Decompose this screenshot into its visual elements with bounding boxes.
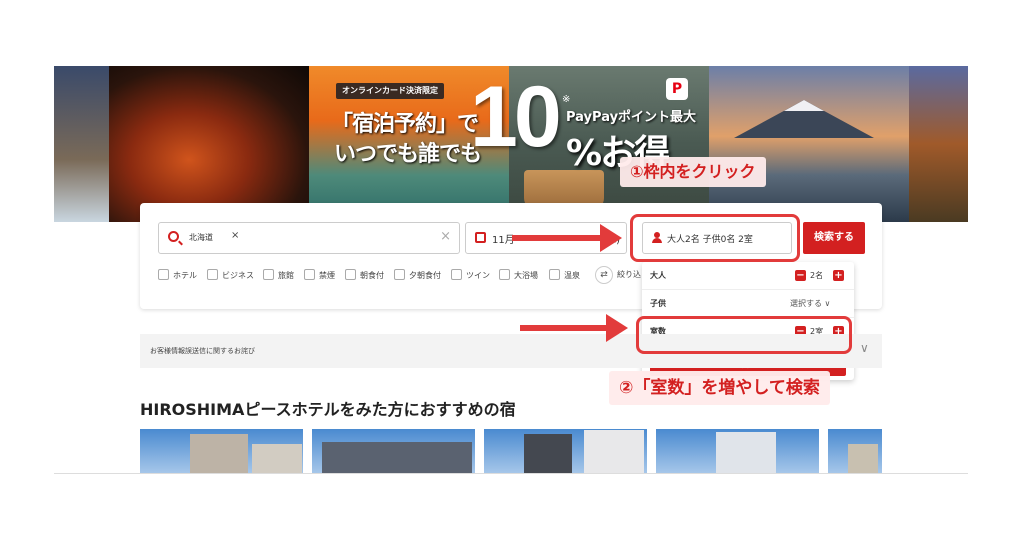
- filter-hotel[interactable]: ホテル: [158, 269, 197, 283]
- filter-nonsmoking[interactable]: 禁煙: [304, 269, 335, 283]
- banner-photo-autumn-temple: [109, 66, 309, 222]
- filter-more-label[interactable]: 絞り込: [617, 269, 641, 280]
- annotation-highlight-rooms: [636, 316, 852, 354]
- hotel-card-5[interactable]: [828, 429, 882, 473]
- search-button[interactable]: 検索する: [803, 222, 865, 254]
- paypay-logo-icon: P: [666, 78, 688, 100]
- filter-icon[interactable]: ⇄: [595, 266, 613, 284]
- calendar-icon: [475, 232, 486, 243]
- destination-input[interactable]: 北海道 × ×: [158, 222, 460, 254]
- filter-breakfast[interactable]: 朝食付: [345, 269, 384, 283]
- adults-label: 大人: [650, 271, 666, 280]
- filter-business[interactable]: ビジネス: [207, 269, 254, 283]
- promo-badge: オンラインカード決済限定: [336, 83, 444, 99]
- adults-value: 2名: [810, 271, 824, 280]
- hotel-card-4[interactable]: [656, 429, 819, 473]
- checkbox[interactable]: [263, 269, 274, 280]
- notice-text: お客様情報誤送信に関するお詫び: [150, 347, 255, 355]
- promo-banner[interactable]: オンラインカード決済限定 「宿泊予約」で いつでも誰でも 10 ※ PayPay…: [54, 66, 968, 222]
- chevron-down-icon[interactable]: ∨: [860, 341, 869, 355]
- hotel-card-3[interactable]: [484, 429, 647, 473]
- browser-viewport: オンラインカード決済限定 「宿泊予約」で いつでも誰でも 10 ※ PayPay…: [54, 66, 968, 474]
- filter-label: ビジネス: [222, 271, 254, 280]
- filter-twin[interactable]: ツイン: [451, 269, 490, 283]
- checkbox[interactable]: [451, 269, 462, 280]
- filter-label: 旅館: [278, 271, 294, 280]
- checkbox[interactable]: [158, 269, 169, 280]
- hotel-image-building: [584, 430, 644, 473]
- adults-plus-button[interactable]: +: [833, 270, 844, 281]
- filter-ryokan[interactable]: 旅館: [263, 269, 294, 283]
- filter-label: 夕朝食付: [409, 271, 441, 280]
- promo-asterisk: ※: [562, 94, 571, 105]
- filter-label: 温泉: [564, 271, 580, 280]
- filter-label: ホテル: [173, 271, 197, 280]
- banner-photo-building: [54, 66, 109, 222]
- adults-row: 大人 − 2名 +: [642, 262, 854, 290]
- hotel-image-building: [848, 444, 878, 473]
- annotation-highlight-guests: [630, 214, 800, 262]
- promo-headline-1: 「宿泊予約」で: [331, 112, 479, 137]
- section-title: HIROSHIMAピースホテルをみた方におすすめの宿: [140, 400, 516, 419]
- hotel-image-building: [190, 434, 248, 473]
- filter-dinner-breakfast[interactable]: 夕朝食付: [394, 269, 441, 283]
- hotel-image-building: [322, 442, 472, 473]
- children-select[interactable]: 選択する ∨: [790, 298, 830, 309]
- hotel-image-building: [716, 432, 776, 473]
- annotation-arrow-1: [512, 224, 622, 252]
- banner-photo-autumn-forest: [909, 66, 968, 222]
- hotel-image-building: [524, 434, 572, 473]
- search-icon: [168, 231, 179, 242]
- checkbox[interactable]: [304, 269, 315, 280]
- banner-photo-mount-fuji: [709, 66, 909, 222]
- filter-label: 朝食付: [360, 271, 384, 280]
- promo-paypay-text: PayPayポイント最大: [566, 110, 697, 125]
- filter-large-bath[interactable]: 大浴場: [499, 269, 538, 283]
- checkbox[interactable]: [549, 269, 560, 280]
- hotel-card-2[interactable]: [312, 429, 475, 473]
- clear-input-icon[interactable]: ×: [440, 229, 451, 244]
- adults-minus-button[interactable]: −: [795, 270, 806, 281]
- annotation-callout-step1: ①枠内をクリック: [620, 157, 766, 187]
- filter-label: ツイン: [466, 271, 490, 280]
- banner-mountain-snowcap: [784, 100, 824, 111]
- annotation-arrow-2: [520, 314, 628, 342]
- checkbox[interactable]: [394, 269, 405, 280]
- filter-label: 大浴場: [514, 271, 538, 280]
- promo-headline-2: いつでも誰でも: [334, 142, 482, 167]
- chip-remove-icon[interactable]: ×: [231, 230, 239, 241]
- checkbox[interactable]: [345, 269, 356, 280]
- checkbox[interactable]: [499, 269, 510, 280]
- annotation-callout-step2: ②「室数」を増やして検索: [609, 371, 830, 405]
- hotel-image-building: [252, 444, 302, 473]
- destination-chip: 北海道: [189, 233, 213, 242]
- children-label: 子供: [650, 299, 666, 308]
- children-row: 子供 選択する ∨: [642, 290, 854, 318]
- checkbox[interactable]: [207, 269, 218, 280]
- hotel-card-1[interactable]: [140, 429, 303, 473]
- filter-onsen[interactable]: 温泉: [549, 269, 580, 283]
- promo-big-number: 10: [470, 69, 562, 165]
- filter-label: 禁煙: [319, 271, 335, 280]
